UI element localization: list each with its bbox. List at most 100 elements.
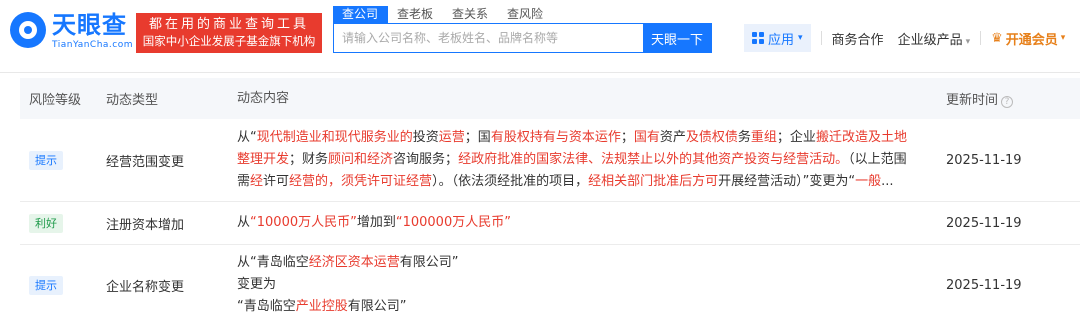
highlight-text: 国有 <box>633 130 660 145</box>
content-text: （以上范围 <box>848 152 907 167</box>
business-cooperation-link[interactable]: 商务合作 <box>832 29 884 48</box>
dynamic-content: 从“10000万人民币”增加到“100000万人民币” <box>237 212 944 234</box>
table-header: 风险等级 动态类型 动态内容 更新时间? <box>20 78 1080 119</box>
content-text: ； <box>620 130 634 145</box>
update-time: 2025-11-19 <box>946 215 1022 231</box>
dynamic-type: 注册资本增加 <box>106 217 185 233</box>
content-line: 需经许可经营的，须凭许可证经营）。（依法须经批准的项目，经相关部门批准后方可开展… <box>237 171 944 193</box>
enterprise-products-link[interactable]: 企业级产品 ▾ <box>898 29 971 48</box>
search-button[interactable]: 天眼一下 <box>643 24 711 52</box>
content-text: 有限公司” <box>347 299 407 314</box>
dynamic-type: 企业名称变更 <box>106 279 185 295</box>
content-line: 整理开发；财务顾问和经济咨询服务；经政府批准的国家法律、法规禁止以外的其他资产投… <box>237 149 944 171</box>
header-dynamic-content: 动态内容 <box>237 90 290 106</box>
content-text: 变更为 <box>237 277 277 292</box>
caret-down-icon: ▾ <box>798 33 803 43</box>
search-box: 天眼一下 <box>333 23 712 53</box>
header-risk-level: 风险等级 <box>29 93 82 108</box>
apps-menu-button[interactable]: 应用 ▾ <box>744 24 811 52</box>
tab-relation[interactable]: 查关系 <box>443 6 498 23</box>
slogan-line1: 都在用的商业查询工具 <box>148 17 309 32</box>
highlight-text: 运营 <box>438 130 465 145</box>
top-nav: 应用 ▾ 商务合作 企业级产品 ▾ ♛ 开通会员 ▾ <box>744 24 1065 52</box>
content-text: ；国 <box>464 130 491 145</box>
logo-eye-icon <box>10 12 46 48</box>
content-text: 投资 <box>412 130 439 145</box>
highlight-text: 经政府批准的国家法律、法规禁止以外的其他资产投资与经营活动。 <box>458 152 849 167</box>
top-header: 天眼查 TianYanCha.com 都在用的商业查询工具 国家中小企业发展子基… <box>0 0 1080 73</box>
highlight-text: “100000万人民币” <box>395 215 511 230</box>
slogan-banner: 都在用的商业查询工具 国家中小企业发展子基金旗下机构 <box>136 13 322 53</box>
header-update-time: 更新时间? <box>944 89 1080 108</box>
tab-risk[interactable]: 查风险 <box>498 6 553 23</box>
highlight-text: 经营的，须凭许可证经营 <box>289 174 433 189</box>
highlight-text: 现代制造业和现代服务业的 <box>256 130 413 145</box>
highlight-text: 经济区资本运营 <box>308 255 400 270</box>
nav-divider <box>980 31 982 45</box>
table-row: 提示 企业名称变更 从“青岛临空经济区资本运营有限公司” 变更为 “青岛临空产业控股… <box>20 245 1080 325</box>
update-time: 2025-11-19 <box>946 277 1022 293</box>
highlight-text: 搬迁改造及土地 <box>815 130 907 145</box>
content-text: 增加到 <box>356 215 396 230</box>
content-text: ；财务 <box>289 152 329 167</box>
content-text: ；企业 <box>776 130 816 145</box>
crown-icon: ♛ <box>991 30 1003 46</box>
highlight-text: 产业控股 <box>295 299 348 314</box>
nav-divider <box>820 31 822 45</box>
caret-down-icon: ▾ <box>1060 33 1066 43</box>
highlight-text: “10000万人民币” <box>250 215 357 230</box>
content-line: 变更为 <box>237 274 944 296</box>
header-dynamic-type: 动态类型 <box>106 93 159 108</box>
content-text: 需 <box>237 174 251 189</box>
content-text: 从“ <box>237 130 257 145</box>
logo-title: 天眼查 <box>52 11 127 39</box>
highlight-text: 重组 <box>750 130 777 145</box>
content-text: 从“青岛临空 <box>237 255 309 270</box>
dynamic-content: 从“青岛临空经济区资本运营有限公司” 变更为 “青岛临空产业控股有限公司” <box>237 252 944 318</box>
content-line: 从“青岛临空经济区资本运营有限公司” <box>237 252 944 274</box>
content-text: 咨询服务； <box>393 152 459 167</box>
highlight-text: 经 <box>250 174 264 189</box>
content-line: 从“现代制造业和现代服务业的投资运营；国有股权持有与资本运作；国有资产及债权债务… <box>237 127 944 149</box>
slogan-line2: 国家中小企业发展子基金旗下机构 <box>142 34 316 48</box>
logo-domain: TianYanCha.com <box>52 40 134 50</box>
content-text: ... <box>881 174 894 189</box>
content-text: 务 <box>737 130 751 145</box>
content-text: 从 <box>237 215 251 230</box>
content-text: 开展经营活动）”变更为“ <box>718 174 856 189</box>
highlight-text: 有股权持有与资本运作 <box>490 130 621 145</box>
tab-boss[interactable]: 查老板 <box>388 6 443 23</box>
content-text: ）。（依法须经批准的项目， <box>432 174 589 189</box>
help-icon[interactable]: ? <box>1001 96 1014 108</box>
content-text: 许可 <box>263 174 290 189</box>
highlight-text: 顾问和经济 <box>328 152 394 167</box>
vip-membership-link[interactable]: ♛ 开通会员 ▾ <box>991 29 1065 48</box>
tianyancha-logo[interactable]: 天眼查 TianYanCha.com <box>10 12 133 50</box>
risk-badge: 提示 <box>29 150 63 170</box>
table-row: 利好 注册资本增加 从“10000万人民币”增加到“100000万人民币” 20… <box>20 202 1080 245</box>
vip-label: 开通会员 <box>1005 32 1058 48</box>
content-line: “青岛临空产业控股有限公司” <box>237 296 944 318</box>
highlight-text: 一般 <box>855 174 882 189</box>
enterprise-products-label: 企业级产品 <box>897 32 963 48</box>
search-input[interactable] <box>334 24 643 52</box>
content-line: 从“10000万人民币”增加到“100000万人民币” <box>237 212 944 234</box>
search-tabs: 查公司 查老板 查关系 查风险 <box>333 6 553 23</box>
content-text: 有限公司” <box>399 255 459 270</box>
table-row: 提示 经营范围变更 从“现代制造业和现代服务业的投资运营；国有股权持有与资本运作… <box>20 119 1080 202</box>
dynamic-content: 从“现代制造业和现代服务业的投资运营；国有股权持有与资本运作；国有资产及债权债务… <box>237 127 944 193</box>
risk-badge: 提示 <box>29 275 63 295</box>
update-time: 2025-11-19 <box>946 152 1022 168</box>
dynamic-type: 经营范围变更 <box>106 154 185 170</box>
content-text: “青岛临空 <box>237 299 296 314</box>
caret-down-icon: ▾ <box>965 36 971 47</box>
tab-company[interactable]: 查公司 <box>333 6 389 23</box>
header-update-time-label: 更新时间 <box>946 93 999 108</box>
risk-dynamics-table: 风险等级 动态类型 动态内容 更新时间? 提示 经营范围变更 从“现代制造业和现… <box>20 78 1080 325</box>
content-text: 资产 <box>659 130 686 145</box>
highlight-text: 整理开发 <box>237 152 290 167</box>
highlight-text: 及债权债 <box>685 130 738 145</box>
highlight-text: 经相关部门批准后方可 <box>588 174 719 189</box>
risk-badge: 利好 <box>29 213 63 233</box>
apps-label: 应用 <box>768 32 795 48</box>
